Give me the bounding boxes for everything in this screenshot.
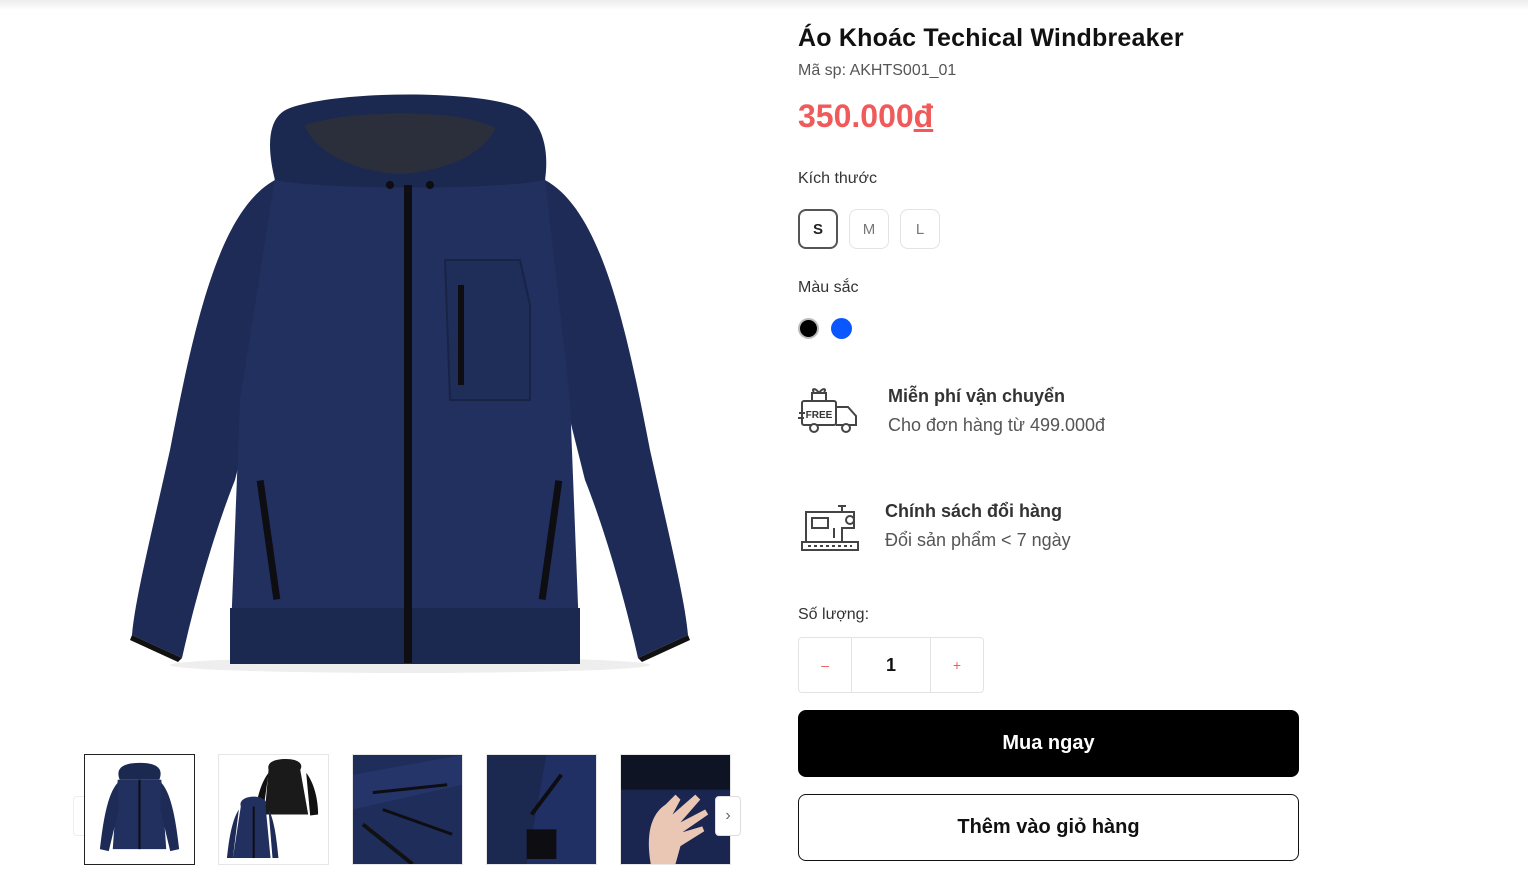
product-info: Áo Khoác Techical Windbreaker Mã sp: AKH… [798, 20, 1318, 861]
main-product-image[interactable] [100, 60, 720, 700]
free-truck-icon: FREE [798, 388, 857, 433]
size-selector: S M L [798, 209, 940, 249]
size-label: Kích thước [798, 170, 878, 187]
thumbnail-1[interactable] [84, 754, 195, 865]
quantity-stepper: – 1 + [798, 637, 984, 693]
color-swatch-black[interactable] [798, 318, 819, 339]
jacket-detail-thumbnail [353, 755, 462, 864]
jacket-pair-thumbnail [226, 758, 319, 859]
product-price: 350.000đ [798, 98, 1318, 135]
thumbnail-3[interactable] [352, 754, 463, 865]
shipping-title: Miễn phí vận chuyển [888, 386, 1066, 406]
product-title: Áo Khoác Techical Windbreaker [798, 24, 1184, 52]
color-label: Màu sắc [798, 279, 859, 296]
product-sku: Mã sp: AKHTS001_01 [798, 62, 957, 79]
quantity-decrease-button[interactable]: – [799, 638, 851, 692]
buy-now-button[interactable]: Mua ngay [798, 710, 1299, 777]
thumbnail-2[interactable] [218, 754, 329, 865]
size-option-l[interactable]: L [900, 209, 940, 249]
price-currency: đ [913, 98, 934, 134]
header-shadow [0, 0, 1528, 10]
jacket-image [130, 94, 690, 673]
quantity-increase-button[interactable]: + [931, 638, 983, 692]
quantity-label: Số lượng: [798, 606, 870, 623]
size-option-s[interactable]: S [798, 209, 838, 249]
quantity-value[interactable]: 1 [851, 638, 931, 692]
thumbnail-4[interactable] [486, 754, 597, 865]
thumbnail-strip: ‹ [73, 754, 743, 866]
size-option-m[interactable]: M [849, 209, 889, 249]
exchange-title: Chính sách đổi hàng [885, 501, 1063, 521]
jacket-front-thumbnail [99, 762, 180, 852]
add-to-cart-button[interactable]: Thêm vào giỏ hàng [798, 794, 1299, 861]
jacket-pocket-thumbnail [487, 755, 596, 864]
chevron-right-icon: › [725, 807, 731, 824]
free-shipping-feature: FREE Miễn phí vận chuyển Cho đơn hàng từ… [798, 383, 1105, 439]
sewing-machine-icon [801, 505, 859, 551]
color-selector [798, 318, 852, 339]
free-badge-text: FREE [806, 410, 833, 421]
exchange-subtitle: Đổi sản phẩm < 7 ngày [885, 530, 1071, 550]
jacket-hand-thumbnail [621, 755, 730, 864]
shipping-subtitle: Cho đơn hàng từ 499.000đ [888, 415, 1106, 435]
gallery-next-button[interactable]: › [715, 796, 741, 836]
color-swatch-blue[interactable] [831, 318, 852, 339]
exchange-policy-feature: Chính sách đổi hàng Đổi sản phẩm < 7 ngà… [798, 498, 1071, 554]
price-value: 350.000 [798, 98, 914, 134]
